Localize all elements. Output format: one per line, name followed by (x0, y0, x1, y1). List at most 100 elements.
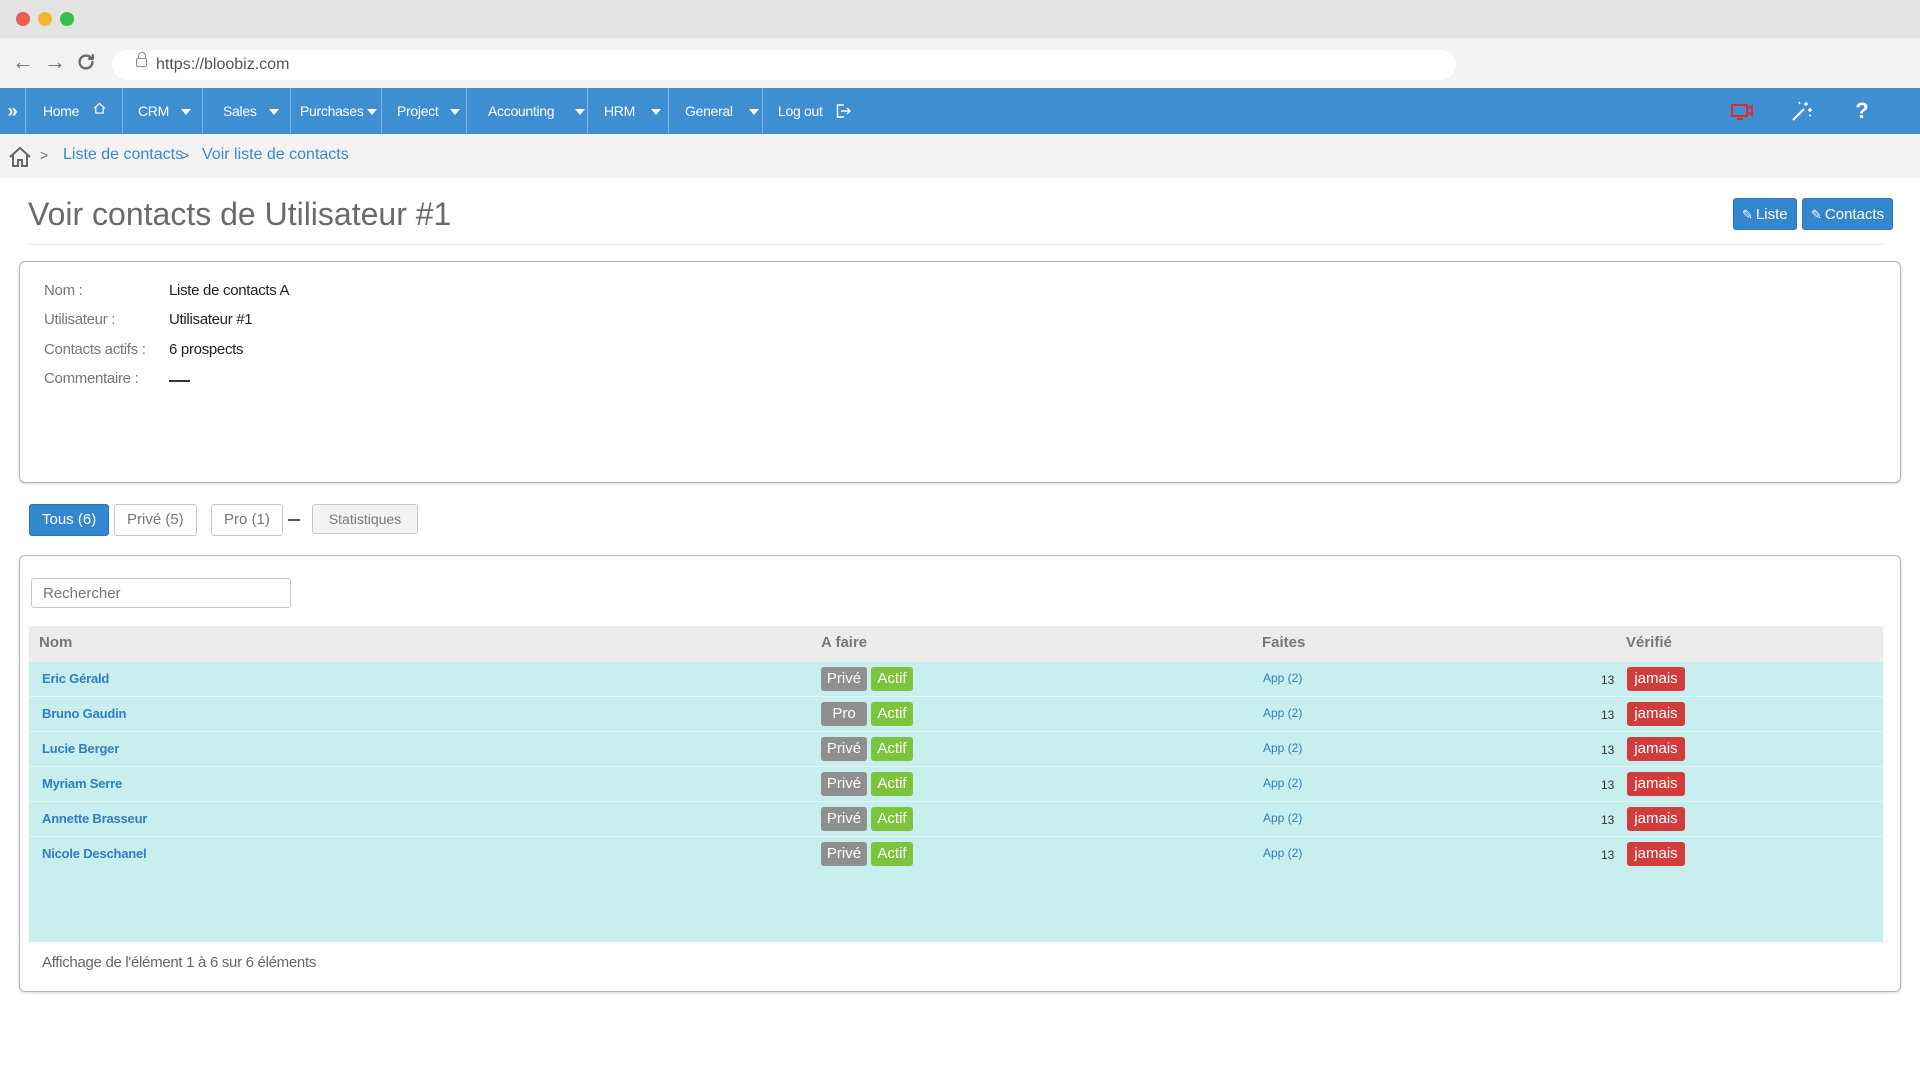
nav-sales-label: Sales (223, 103, 257, 119)
table-row: Bruno Gaudin Pro Actif App (2) 13 jamais (29, 697, 1883, 732)
page-title: Voir contacts de Utilisateur #1 (28, 196, 452, 232)
tab-separator (288, 519, 300, 521)
column-header-todo[interactable]: A faire (821, 634, 867, 651)
contact-name-link[interactable]: Lucie Berger (42, 741, 119, 756)
verified-badge: jamais (1627, 772, 1685, 796)
caret-down-icon (748, 109, 759, 116)
column-header-name[interactable]: Nom (39, 634, 72, 651)
status-badge: Actif (871, 702, 913, 726)
app-link[interactable]: App (2) (1263, 741, 1302, 755)
verified-badge: jamais (1627, 807, 1685, 831)
pencil-icon: ✎ (1811, 207, 1822, 222)
app-link[interactable]: App (2) (1263, 706, 1302, 720)
lock-icon (136, 52, 147, 67)
search-input[interactable] (31, 578, 291, 608)
statistics-button[interactable]: Statistiques (312, 504, 418, 534)
back-arrow-icon[interactable]: ← (9, 48, 37, 76)
app-link[interactable]: App (2) (1263, 811, 1302, 825)
breadcrumb-view-contact-list[interactable]: Voir liste de contacts (202, 146, 349, 164)
breadcrumb-contact-list[interactable]: Liste de contacts (63, 146, 183, 164)
expand-sidebar-button[interactable]: » (0, 88, 26, 134)
verified-badge: jamais (1627, 842, 1685, 866)
user-label: Utilisateur : (44, 311, 116, 328)
table-row: Eric Gérald Privé Actif App (2) 13 jamai… (29, 662, 1883, 697)
contact-name-link[interactable]: Nicole Deschanel (42, 846, 147, 861)
contact-name-link[interactable]: Eric Gérald (42, 671, 109, 686)
done-count: 13 (1601, 673, 1615, 687)
address-bar[interactable]: https://bloobiz.com (112, 50, 1456, 80)
status-badge: Actif (871, 772, 913, 796)
logout-icon (837, 104, 852, 118)
nav-project[interactable]: Project (382, 88, 467, 134)
table-row: Annette Brasseur Privé Actif App (2) 13 … (29, 802, 1883, 837)
home-icon[interactable] (8, 146, 32, 168)
nav-crm-label: CRM (138, 103, 169, 119)
nav-hrm-label: HRM (604, 103, 635, 119)
app-link[interactable]: App (2) (1263, 671, 1302, 685)
nav-purchases[interactable]: Purchases (291, 88, 382, 134)
caret-down-icon (180, 109, 191, 116)
table-row: Myriam Serre Privé Actif App (2) 13 jama… (29, 767, 1883, 802)
nav-purchases-label: Purchases (300, 103, 364, 119)
nav-logout[interactable]: Log out (763, 88, 863, 134)
nav-general[interactable]: General (669, 88, 763, 134)
contact-name-link[interactable]: Myriam Serre (42, 776, 122, 791)
table-body: Eric Gérald Privé Actif App (2) 13 jamai… (29, 662, 1883, 942)
status-badge: Actif (871, 842, 913, 866)
caret-down-icon (367, 109, 378, 116)
reload-icon[interactable] (72, 48, 100, 76)
user-value: Utilisateur #1 (169, 311, 253, 328)
help-icon[interactable]: ? (1844, 88, 1880, 134)
column-header-verified[interactable]: Vérifié (1626, 634, 1672, 651)
nav-sales[interactable]: Sales (203, 88, 291, 134)
app-link[interactable]: App (2) (1263, 846, 1302, 860)
tab-pro[interactable]: Pro (1) (211, 504, 283, 536)
table-header: Nom A faire Faites Vérifié (29, 626, 1883, 662)
list-button-label: Liste (1755, 206, 1788, 223)
comment-empty-dash (169, 380, 190, 382)
list-button[interactable]: ✎ Liste (1733, 198, 1797, 230)
type-badge: Privé (821, 737, 867, 761)
type-badge: Privé (821, 807, 867, 831)
tab-all[interactable]: Tous (6) (29, 504, 110, 536)
contacts-button-label: Contacts (1824, 206, 1885, 223)
done-count: 13 (1601, 813, 1615, 827)
comment-label: Commentaire : (44, 370, 139, 387)
contacts-table-card: Nom A faire Faites Vérifié Eric Gérald P… (19, 555, 1901, 992)
column-header-done[interactable]: Faites (1262, 634, 1305, 651)
done-count: 13 (1601, 778, 1615, 792)
contact-name-link[interactable]: Annette Brasseur (42, 811, 147, 826)
status-badge: Actif (871, 667, 913, 691)
app-link[interactable]: App (2) (1263, 776, 1302, 790)
verified-badge: jamais (1627, 737, 1685, 761)
active-contacts-label: Contacts actifs : (44, 341, 146, 358)
contact-name-link[interactable]: Bruno Gaudin (42, 706, 126, 721)
forward-arrow-icon[interactable]: → (41, 48, 69, 76)
home-icon (93, 102, 106, 114)
tab-private[interactable]: Privé (5) (114, 504, 197, 536)
contacts-button[interactable]: ✎ Contacts (1802, 198, 1894, 230)
screen-share-icon[interactable] (1724, 88, 1760, 134)
nav-accounting[interactable]: Accounting (467, 88, 588, 134)
type-badge: Privé (821, 667, 867, 691)
main-nav: » Home CRM Sales Purchases Project Accou… (0, 88, 1920, 134)
nav-hrm[interactable]: HRM (588, 88, 669, 134)
nav-home[interactable]: Home (26, 88, 123, 134)
table-footer-info: Affichage de l'élément 1 à 6 sur 6 éléme… (42, 954, 317, 971)
caret-down-icon (575, 109, 586, 116)
magic-wand-icon[interactable] (1784, 88, 1820, 134)
type-badge: Pro (821, 702, 867, 726)
type-badge: Privé (821, 772, 867, 796)
maximize-window-button[interactable] (60, 12, 74, 26)
nav-crm[interactable]: CRM (123, 88, 203, 134)
browser-toolbar: ← → https://bloobiz.com (0, 38, 1920, 88)
caret-down-icon (450, 109, 461, 116)
nav-logout-label: Log out (778, 103, 823, 119)
double-chevron-icon: » (7, 101, 18, 121)
status-badge: Actif (871, 807, 913, 831)
minimize-window-button[interactable] (38, 12, 52, 26)
close-window-button[interactable] (16, 12, 30, 26)
status-badge: Actif (871, 737, 913, 761)
verified-badge: jamais (1627, 702, 1685, 726)
breadcrumb: > Liste de contacts > Voir liste de cont… (0, 134, 1920, 178)
